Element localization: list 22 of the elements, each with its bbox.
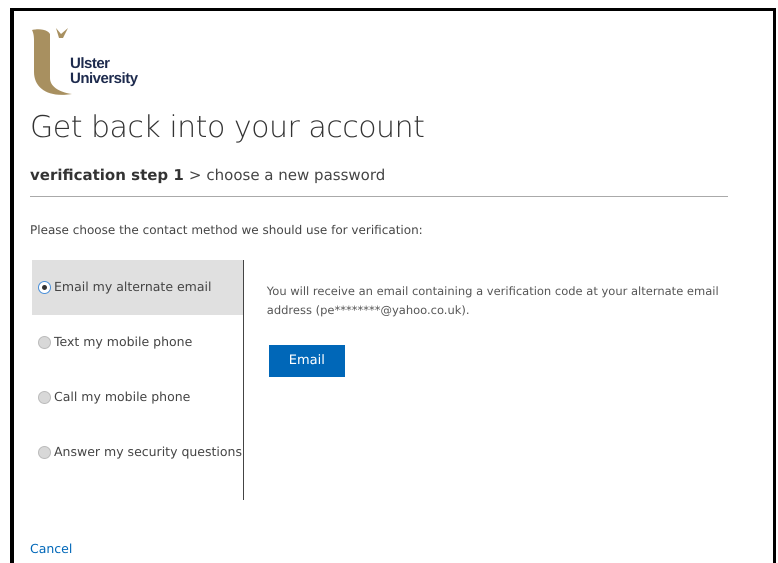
method-option[interactable]: Email my alternate email — [32, 260, 243, 314]
radio-button[interactable] — [38, 446, 51, 458]
radio-button[interactable] — [38, 390, 51, 404]
instruction-text: Please choose the contact method we should use for verification: — [30, 222, 424, 238]
radio-button[interactable] — [38, 336, 51, 348]
verification-message: You will receive an email containing a verification code at your alternate email address (pe********@yahoo.co.uk). — [266, 282, 720, 318]
current-step: verification step 1 — [30, 164, 184, 186]
option-label: Call my mobile phone — [54, 388, 190, 406]
option-label: Text my mobile phone — [54, 332, 192, 351]
next-step: choose a new password — [206, 164, 386, 186]
method-option[interactable]: Answer my security questions — [32, 424, 243, 480]
page-title: Get back into your account — [30, 109, 426, 147]
logo-text: Ulster — [70, 56, 111, 71]
method-option[interactable]: Call my mobile phone — [32, 370, 243, 424]
logo-text: University — [70, 71, 138, 86]
method-option[interactable]: Text my mobile phone — [32, 314, 243, 370]
cancel-link[interactable]: Cancel — [30, 540, 72, 558]
email-button[interactable]: Email — [268, 344, 345, 376]
step-separator: > — [188, 165, 202, 186]
option-label: Answer my security questions — [54, 442, 242, 461]
option-label: Email my alternate email — [54, 278, 212, 296]
radio-button[interactable] — [38, 280, 51, 294]
